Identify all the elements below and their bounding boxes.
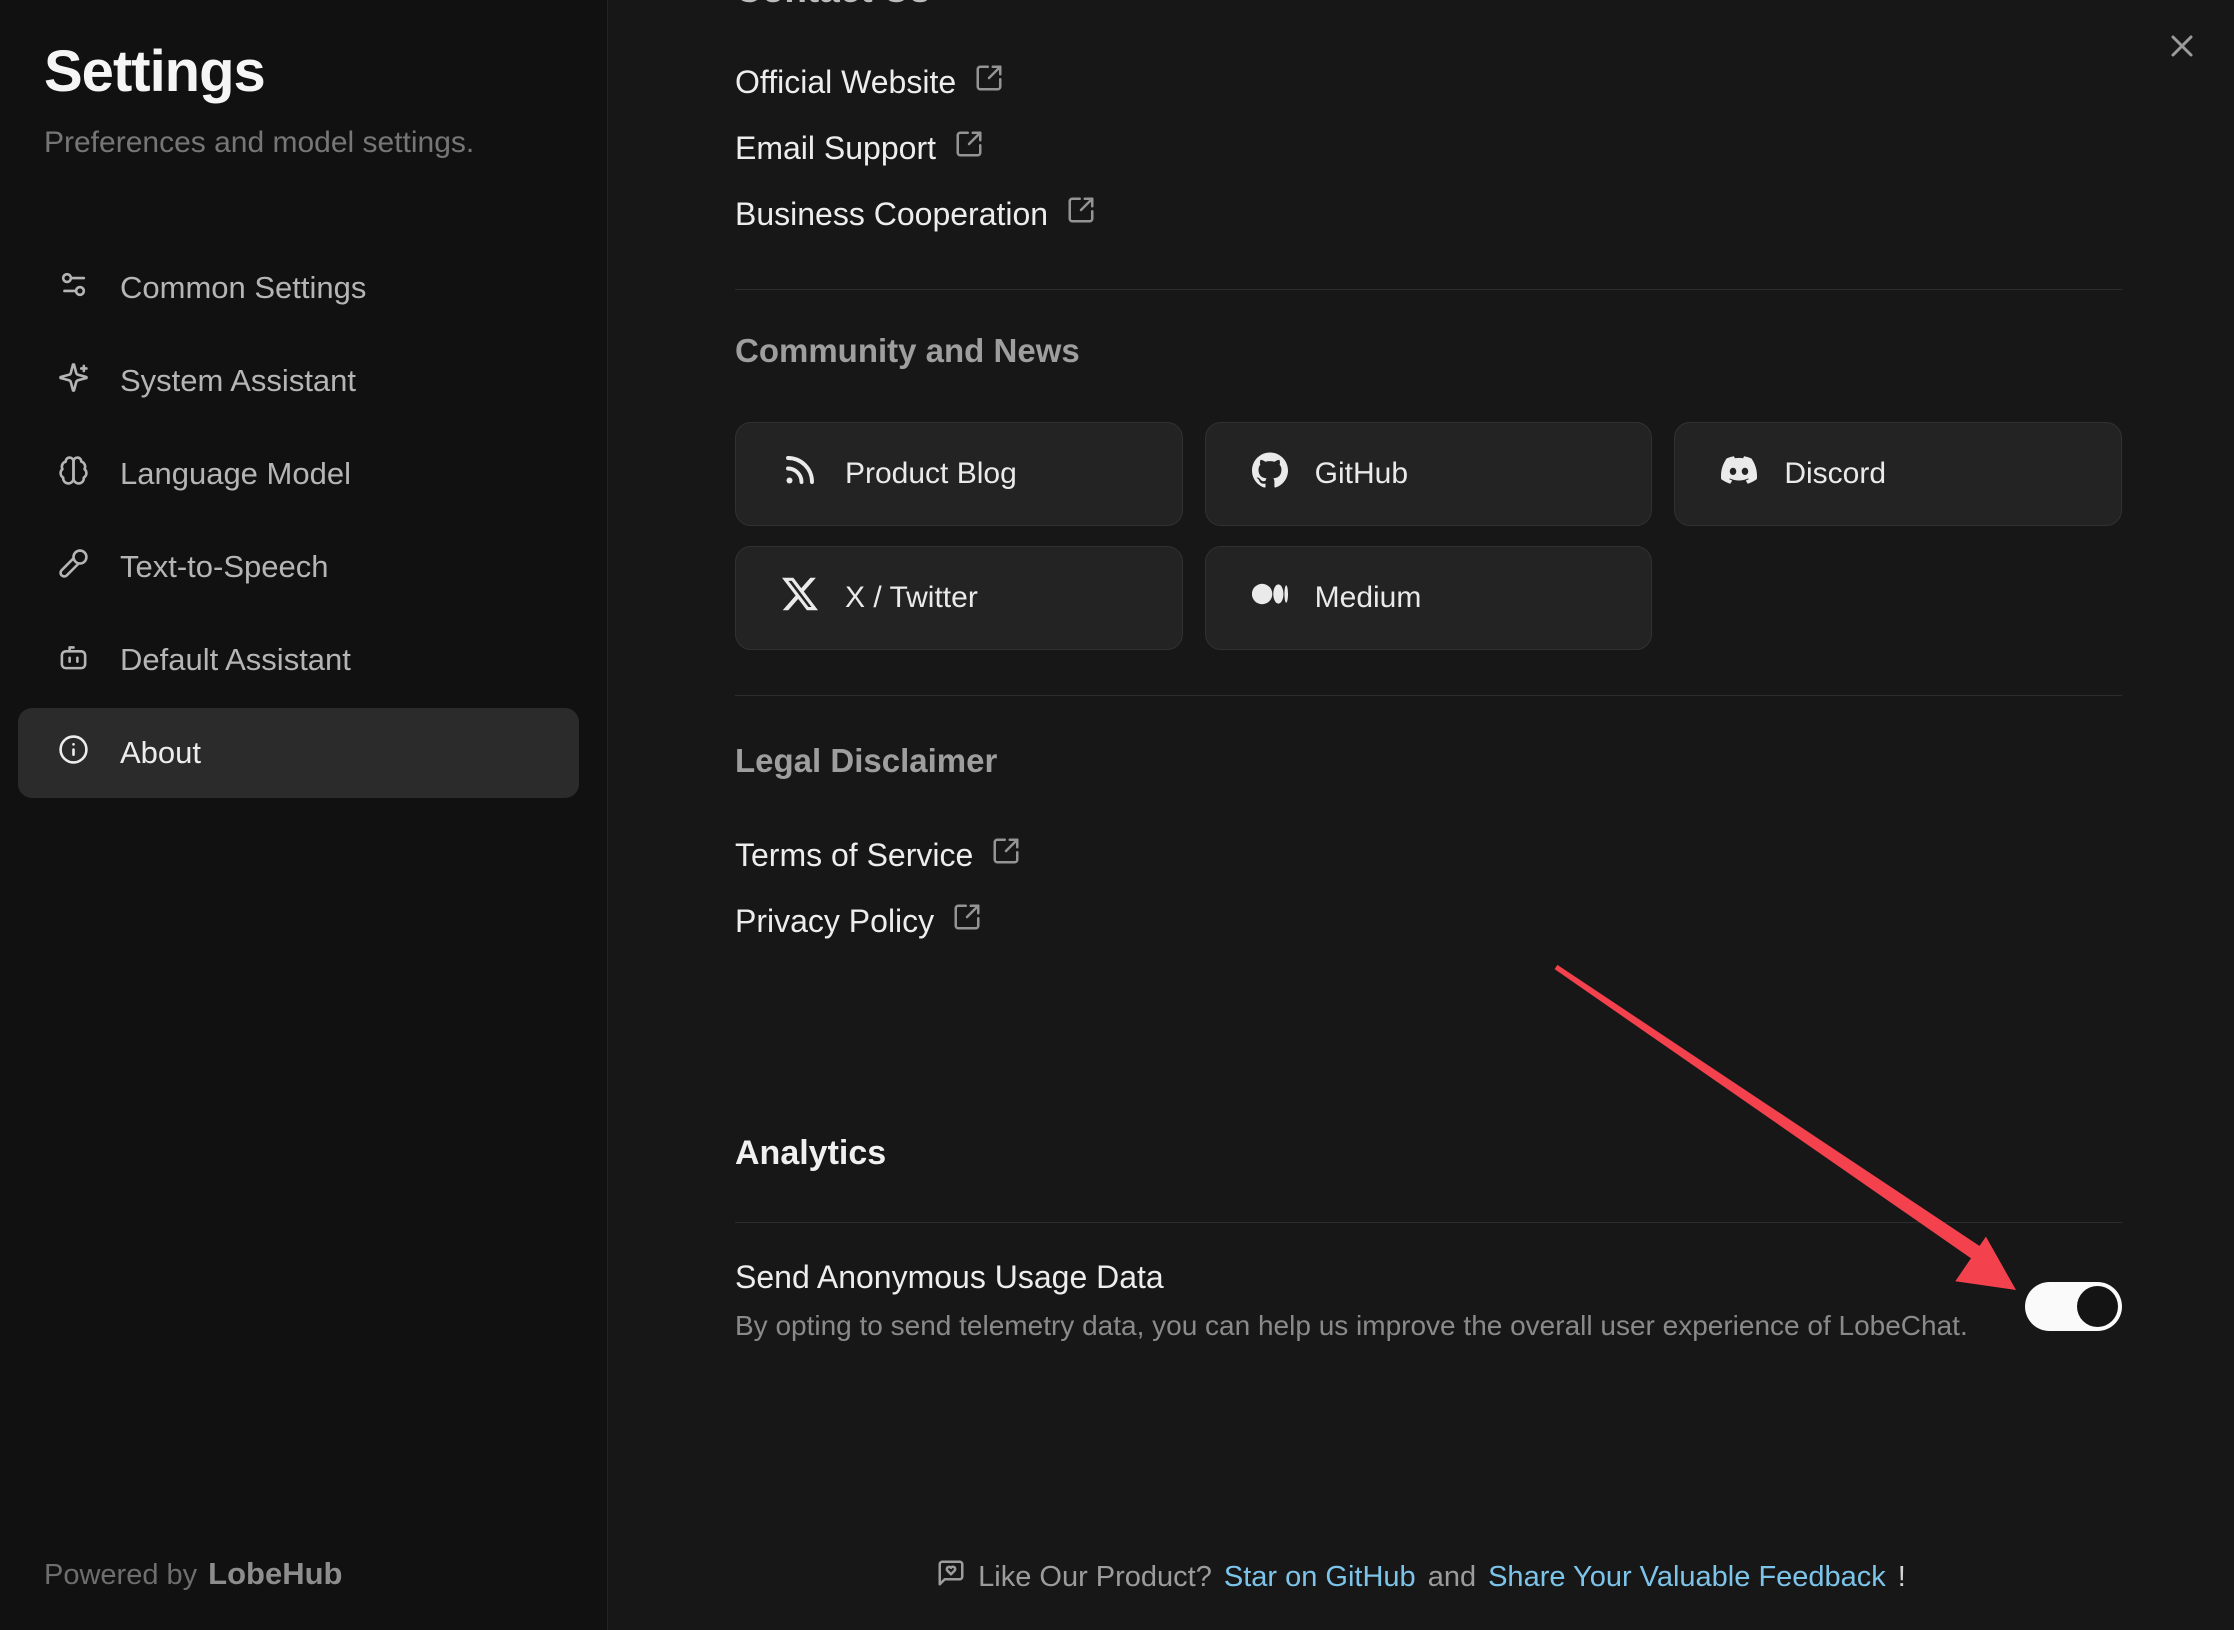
external-link-icon <box>952 902 982 940</box>
about-settings-panel: Contact Us Official Website Email Suppor… <box>608 0 2234 1630</box>
sidebar-item-about[interactable]: About <box>18 708 579 798</box>
about-content: Contact Us Official Website Email Suppor… <box>735 0 2122 1630</box>
brain-icon <box>58 455 89 494</box>
x-twitter-icon <box>782 576 818 620</box>
official-website-link[interactable]: Official Website <box>735 62 1004 102</box>
sidebar-item-text-to-speech[interactable]: Text-to-Speech <box>18 522 579 612</box>
sidebar-item-label: Default Assistant <box>120 642 351 678</box>
usage-data-label: Send Anonymous Usage Data <box>735 1257 1968 1297</box>
community-heading: Community and News <box>735 332 1080 370</box>
message-square-heart-icon <box>936 1558 966 1596</box>
analytics-heading: Analytics <box>735 1134 886 1173</box>
toggle-knob <box>2077 1286 2118 1327</box>
discord-icon <box>1721 452 1757 496</box>
sparkles-icon <box>58 362 89 401</box>
section-divider <box>735 289 2122 290</box>
section-divider <box>735 1222 2122 1223</box>
page-title: Settings <box>44 38 265 105</box>
contact-us-heading: Contact Us <box>735 0 930 11</box>
business-cooperation-label: Business Cooperation <box>735 196 1048 233</box>
sidebar-item-language-model[interactable]: Language Model <box>18 429 579 519</box>
sidebar-item-label: Language Model <box>120 456 351 492</box>
settings-nav: Common Settings System Assistant Languag… <box>18 243 579 801</box>
footer-suffix: ! <box>1898 1561 1906 1594</box>
usage-data-texts: Send Anonymous Usage Data By opting to s… <box>735 1257 1968 1345</box>
product-blog-label: Product Blog <box>845 457 1017 491</box>
medium-button[interactable]: Medium <box>1205 546 1653 650</box>
github-button[interactable]: GitHub <box>1205 422 1653 526</box>
usage-data-toggle[interactable] <box>2025 1282 2122 1331</box>
business-cooperation-link[interactable]: Business Cooperation <box>735 194 1096 234</box>
share-feedback-link[interactable]: Share Your Valuable Feedback <box>1488 1561 1886 1594</box>
discord-button[interactable]: Discord <box>1674 422 2122 526</box>
external-link-icon <box>974 63 1004 101</box>
terms-of-service-link[interactable]: Terms of Service <box>735 835 1021 875</box>
sidebar-item-label: Text-to-Speech <box>120 549 329 585</box>
info-icon <box>58 734 89 773</box>
official-website-label: Official Website <box>735 64 956 101</box>
product-blog-button[interactable]: Product Blog <box>735 422 1183 526</box>
footer-middle: and <box>1428 1561 1476 1594</box>
github-icon <box>1252 452 1288 496</box>
privacy-policy-label: Privacy Policy <box>735 903 934 940</box>
external-link-icon <box>954 129 984 167</box>
sidebar-item-system-assistant[interactable]: System Assistant <box>18 336 579 426</box>
discord-label: Discord <box>1784 457 1886 491</box>
x-twitter-label: X / Twitter <box>845 581 978 615</box>
privacy-policy-link[interactable]: Privacy Policy <box>735 901 982 941</box>
github-label: GitHub <box>1315 457 1408 491</box>
usage-data-setting-row: Send Anonymous Usage Data By opting to s… <box>735 1257 2122 1345</box>
x-twitter-button[interactable]: X / Twitter <box>735 546 1183 650</box>
email-support-link[interactable]: Email Support <box>735 128 984 168</box>
feedback-footer: Like Our Product? Star on GitHub and Sha… <box>608 1558 2234 1596</box>
close-icon <box>2164 51 2200 68</box>
settings-sidebar: Settings Preferences and model settings.… <box>0 0 608 1630</box>
bot-icon <box>58 641 89 680</box>
sidebar-item-label: System Assistant <box>120 363 356 399</box>
rss-icon <box>782 452 818 496</box>
star-on-github-link[interactable]: Star on GitHub <box>1224 1561 1416 1594</box>
external-link-icon <box>1066 195 1096 233</box>
sidebar-item-common-settings[interactable]: Common Settings <box>18 243 579 333</box>
footer-prefix: Like Our Product? <box>978 1561 1212 1594</box>
legal-heading: Legal Disclaimer <box>735 742 997 780</box>
medium-icon <box>1252 576 1288 620</box>
sidebar-item-default-assistant[interactable]: Default Assistant <box>18 615 579 705</box>
mic-icon <box>58 548 89 587</box>
external-link-icon <box>991 836 1021 874</box>
medium-label: Medium <box>1315 581 1422 615</box>
email-support-label: Email Support <box>735 130 936 167</box>
lobehub-brand: LobeHub <box>208 1556 342 1592</box>
section-divider <box>735 695 2122 696</box>
terms-of-service-label: Terms of Service <box>735 837 973 874</box>
usage-data-description: By opting to send telemetry data, you ca… <box>735 1307 1968 1345</box>
powered-by: Powered by LobeHub <box>44 1556 342 1592</box>
community-buttons: Product Blog GitHub Discord X / Twitter <box>735 422 2122 650</box>
close-button[interactable] <box>2164 28 2200 64</box>
sliders-icon <box>58 269 89 308</box>
powered-by-label: Powered by <box>44 1559 197 1592</box>
page-subtitle: Preferences and model settings. <box>44 126 474 160</box>
sidebar-item-label: About <box>120 735 201 771</box>
sidebar-item-label: Common Settings <box>120 270 366 306</box>
